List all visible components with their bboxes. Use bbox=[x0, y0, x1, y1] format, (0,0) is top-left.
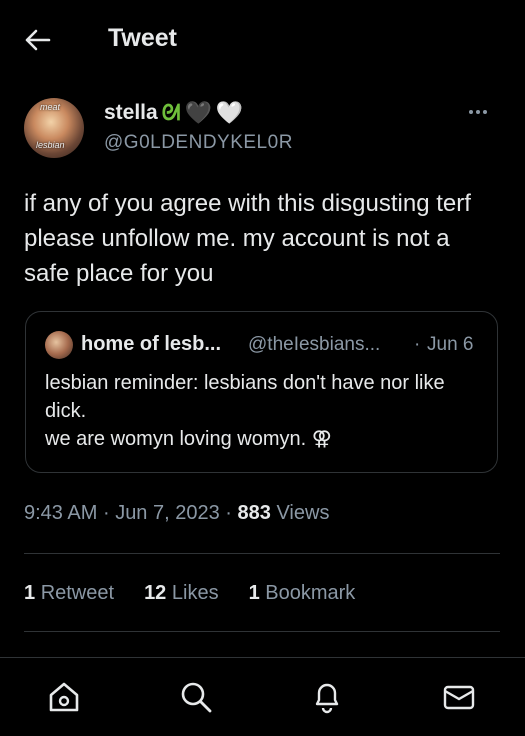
more-dot-icon bbox=[469, 110, 473, 114]
quoted-text-line: lesbian reminder: lesbians don't have no… bbox=[45, 372, 445, 422]
messages-icon bbox=[443, 685, 475, 710]
tweet-date[interactable]: Jun 7, 2023 bbox=[115, 502, 220, 524]
home-icon bbox=[49, 682, 79, 712]
page-title: Tweet bbox=[108, 24, 177, 52]
nav-messages[interactable] bbox=[442, 680, 476, 714]
author-handle[interactable]: @G0LDENDYKEL0R bbox=[104, 132, 293, 154]
notifications-icon bbox=[315, 683, 339, 714]
author-name-text: stella bbox=[104, 101, 158, 124]
divider bbox=[24, 553, 500, 554]
retweets-stat[interactable]: 1 Retweet bbox=[24, 582, 114, 605]
author-display-name[interactable]: stella ᘛ 🖤 🤍 bbox=[104, 100, 243, 126]
views-count: 883 bbox=[237, 502, 271, 524]
avatar-overlay-text-bottom: lesbian bbox=[36, 140, 65, 150]
nav-notifications[interactable] bbox=[310, 680, 344, 714]
bookmarks-stat[interactable]: 1 Bookmark bbox=[249, 582, 356, 605]
retweets-count: 1 bbox=[24, 582, 36, 604]
separator-dot: · bbox=[414, 334, 421, 355]
more-options-button[interactable] bbox=[464, 102, 492, 122]
tweet-author: meat lesbian stella ᘛ 🖤 🤍 @G0LDENDYKEL0R bbox=[24, 98, 504, 158]
bookmarks-count: 1 bbox=[248, 582, 260, 604]
likes-stat[interactable]: 12 Likes bbox=[144, 582, 219, 605]
arrow-left-icon bbox=[25, 29, 51, 51]
nav-home[interactable] bbox=[47, 680, 81, 714]
tweet-time[interactable]: 9:43 AM bbox=[24, 502, 97, 524]
tweet-text: if any of you agree with this disgusting… bbox=[24, 190, 471, 287]
divider bbox=[24, 631, 500, 632]
quoted-author-name: home of lesb... bbox=[81, 333, 222, 355]
quoted-author-handle: @theIesbians... bbox=[248, 334, 381, 355]
engagement-stats: 1 Retweet 12 Likes 1 Bookmark bbox=[24, 582, 355, 605]
likes-count: 12 bbox=[144, 582, 167, 604]
likes-label: Likes bbox=[171, 582, 219, 604]
avatar-overlay-text-top: meat bbox=[40, 102, 61, 112]
separator-dot: · bbox=[102, 502, 110, 524]
avatar[interactable]: meat lesbian bbox=[24, 98, 84, 158]
more-dot-icon bbox=[476, 110, 480, 114]
snake-emoji: ᘛ bbox=[161, 100, 181, 125]
quoted-date: Jun 6 bbox=[427, 334, 474, 355]
white-heart-emoji: 🤍 bbox=[215, 100, 244, 125]
quoted-avatar bbox=[45, 331, 73, 359]
bottom-navigation bbox=[0, 657, 525, 736]
back-button[interactable] bbox=[24, 26, 52, 54]
quoted-text: lesbian reminder: lesbians don't have no… bbox=[45, 369, 485, 453]
tweet-meta: 9:43 AM · Jun 7, 2023 · 883 Views bbox=[24, 502, 329, 525]
nav-search[interactable] bbox=[179, 680, 213, 714]
bookmarks-label: Bookmark bbox=[265, 582, 356, 604]
retweets-label: Retweet bbox=[40, 582, 115, 604]
search-icon bbox=[181, 682, 212, 713]
separator-dot: · bbox=[225, 502, 232, 524]
quoted-tweet[interactable]: home of lesb... @theIesbians... · Jun 6 … bbox=[25, 311, 498, 473]
black-heart-emoji: 🖤 bbox=[184, 100, 212, 125]
quoted-text-line: we are womyn loving womyn. ⚢ bbox=[45, 428, 332, 450]
views-label: Views bbox=[276, 502, 330, 524]
top-bar: Tweet bbox=[0, 0, 525, 80]
more-dot-icon bbox=[483, 110, 487, 114]
